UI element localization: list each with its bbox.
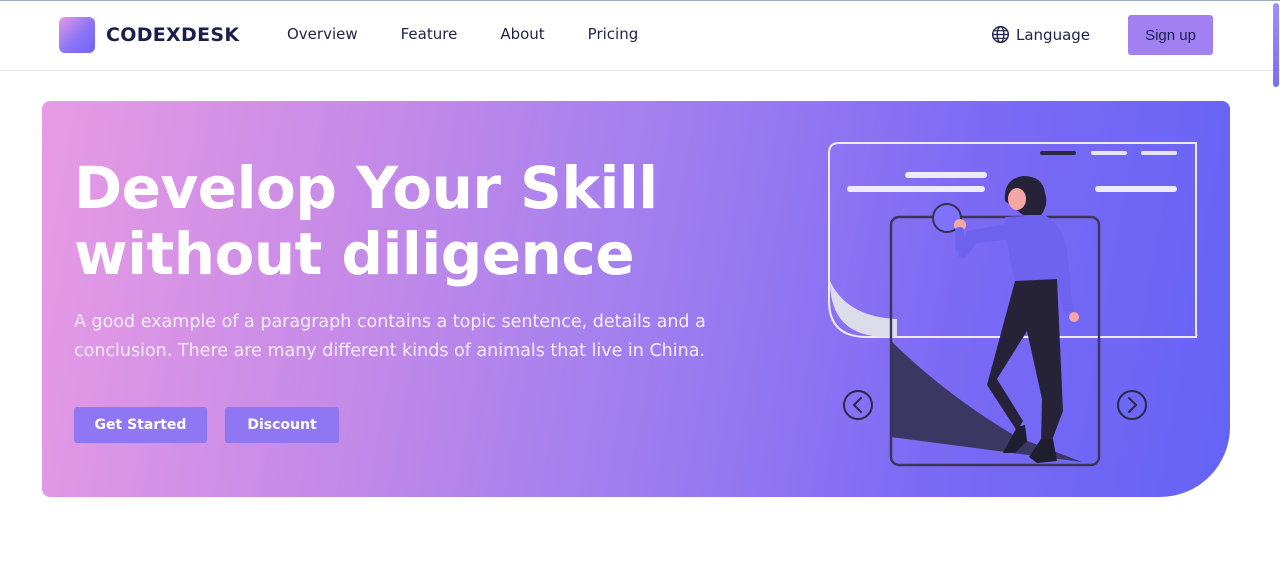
window-bar bbox=[1141, 151, 1177, 155]
language-label: Language bbox=[1016, 25, 1091, 44]
window-text-line bbox=[847, 186, 985, 192]
discount-button[interactable]: Discount bbox=[225, 407, 339, 443]
get-started-button[interactable]: Get Started bbox=[74, 407, 207, 443]
hero-illustration bbox=[828, 142, 1198, 467]
window-bar bbox=[1091, 151, 1127, 155]
chevron-right-icon[interactable] bbox=[1117, 390, 1147, 420]
hero-title: Develop Your Skill without diligence bbox=[74, 155, 714, 287]
hero-description: A good example of a paragraph contains a… bbox=[74, 312, 706, 361]
nav-item-feature[interactable]: Feature bbox=[401, 25, 458, 43]
language-selector[interactable]: Language bbox=[991, 25, 1090, 44]
hero-title-line-2: without diligence bbox=[74, 220, 635, 288]
globe-icon bbox=[991, 25, 1010, 44]
main-nav: Overview Feature About Pricing bbox=[287, 25, 638, 43]
nav-item-overview[interactable]: Overview bbox=[287, 25, 358, 43]
nav-item-pricing[interactable]: Pricing bbox=[588, 25, 639, 43]
window-text-line bbox=[1095, 186, 1177, 192]
brand-name: CODEXDESK bbox=[106, 24, 240, 46]
hero-title-line-1: Develop Your Skill bbox=[74, 154, 658, 222]
scrollbar-thumb[interactable] bbox=[1273, 3, 1279, 87]
window-bar-dark bbox=[1040, 151, 1076, 155]
chevron-left-icon[interactable] bbox=[843, 390, 873, 420]
nav-item-about[interactable]: About bbox=[500, 25, 544, 43]
logo-icon bbox=[59, 17, 95, 53]
site-header: CODEXDESK Overview Feature About Pricing… bbox=[0, 1, 1280, 71]
page-scrollbar[interactable] bbox=[1272, 1, 1280, 87]
window-text-line bbox=[905, 172, 987, 178]
brand-logo[interactable]: CODEXDESK bbox=[59, 17, 239, 53]
signup-button[interactable]: Sign up bbox=[1128, 15, 1213, 55]
hero-banner: Develop Your Skill without diligence A g… bbox=[42, 101, 1230, 497]
